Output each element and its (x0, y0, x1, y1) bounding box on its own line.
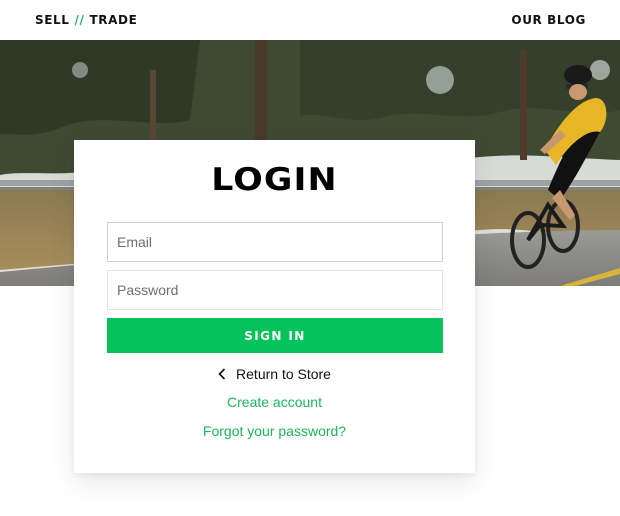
brand-word-trade: TRADE (89, 13, 138, 27)
sign-in-button[interactable]: SIGN IN (107, 318, 443, 353)
brand-logo-link[interactable]: SELL // TRADE (35, 13, 137, 27)
return-to-store-link[interactable]: Return to Store (74, 366, 475, 382)
email-field[interactable] (107, 222, 443, 262)
site-header: SELL // TRADE OUR BLOG (0, 0, 620, 40)
chevron-left-icon (218, 368, 226, 380)
brand-separator: // (74, 13, 85, 27)
password-field[interactable] (107, 270, 443, 310)
brand-word-sell: SELL (35, 13, 70, 27)
create-account-link[interactable]: Create account (74, 394, 475, 410)
nav-link-our-blog[interactable]: OUR BLOG (511, 13, 586, 27)
return-to-store-label: Return to Store (236, 366, 331, 382)
login-card: LOGIN SIGN IN Return to Store Create acc… (74, 140, 475, 473)
login-title: LOGIN (211, 162, 338, 198)
forgot-password-link[interactable]: Forgot your password? (74, 423, 475, 439)
